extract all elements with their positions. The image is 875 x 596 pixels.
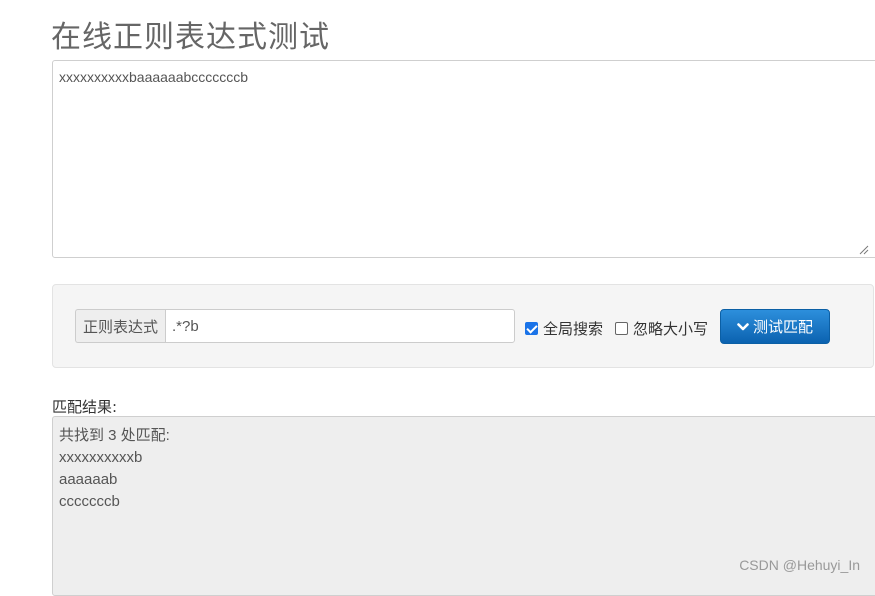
page-title: 在线正则表达式测试 xyxy=(51,20,330,55)
source-text: xxxxxxxxxxbaaaaaabcccccccb xyxy=(59,69,249,85)
chevron-down-icon xyxy=(737,322,749,330)
source-text-area[interactable]: xxxxxxxxxxbaaaaaabcccccccb xyxy=(52,60,875,258)
global-search-option[interactable]: 全局搜索 xyxy=(525,318,603,339)
regex-input[interactable]: .*?b xyxy=(165,309,516,343)
ignore-case-label: 忽略大小写 xyxy=(633,320,709,338)
result-match-3: cccccccb xyxy=(59,493,120,510)
result-label: 匹配结果: xyxy=(52,398,118,416)
global-search-checkbox[interactable] xyxy=(525,322,538,335)
regex-addon-label: 正则表达式 xyxy=(75,309,166,343)
watermark: CSDN @Hehuyi_In xyxy=(739,557,860,573)
resize-grip-icon[interactable] xyxy=(859,245,869,255)
regex-input-group: 正则表达式 .*?b xyxy=(75,309,516,343)
ignore-case-option[interactable]: 忽略大小写 xyxy=(615,318,708,339)
test-match-label: 测试匹配 xyxy=(752,318,813,336)
test-match-button[interactable]: 测试匹配 xyxy=(720,309,830,344)
result-match-1: xxxxxxxxxxb xyxy=(59,449,143,466)
result-summary: 共找到 3 处匹配: xyxy=(59,427,170,444)
ignore-case-checkbox[interactable] xyxy=(615,322,628,335)
regex-panel: 正则表达式 .*?b 全局搜索 忽略大小写 测试匹配 xyxy=(52,284,874,368)
regex-input-value: .*?b xyxy=(172,317,199,335)
global-search-label: 全局搜索 xyxy=(543,320,604,338)
result-match-2: aaaaaab xyxy=(59,471,118,488)
